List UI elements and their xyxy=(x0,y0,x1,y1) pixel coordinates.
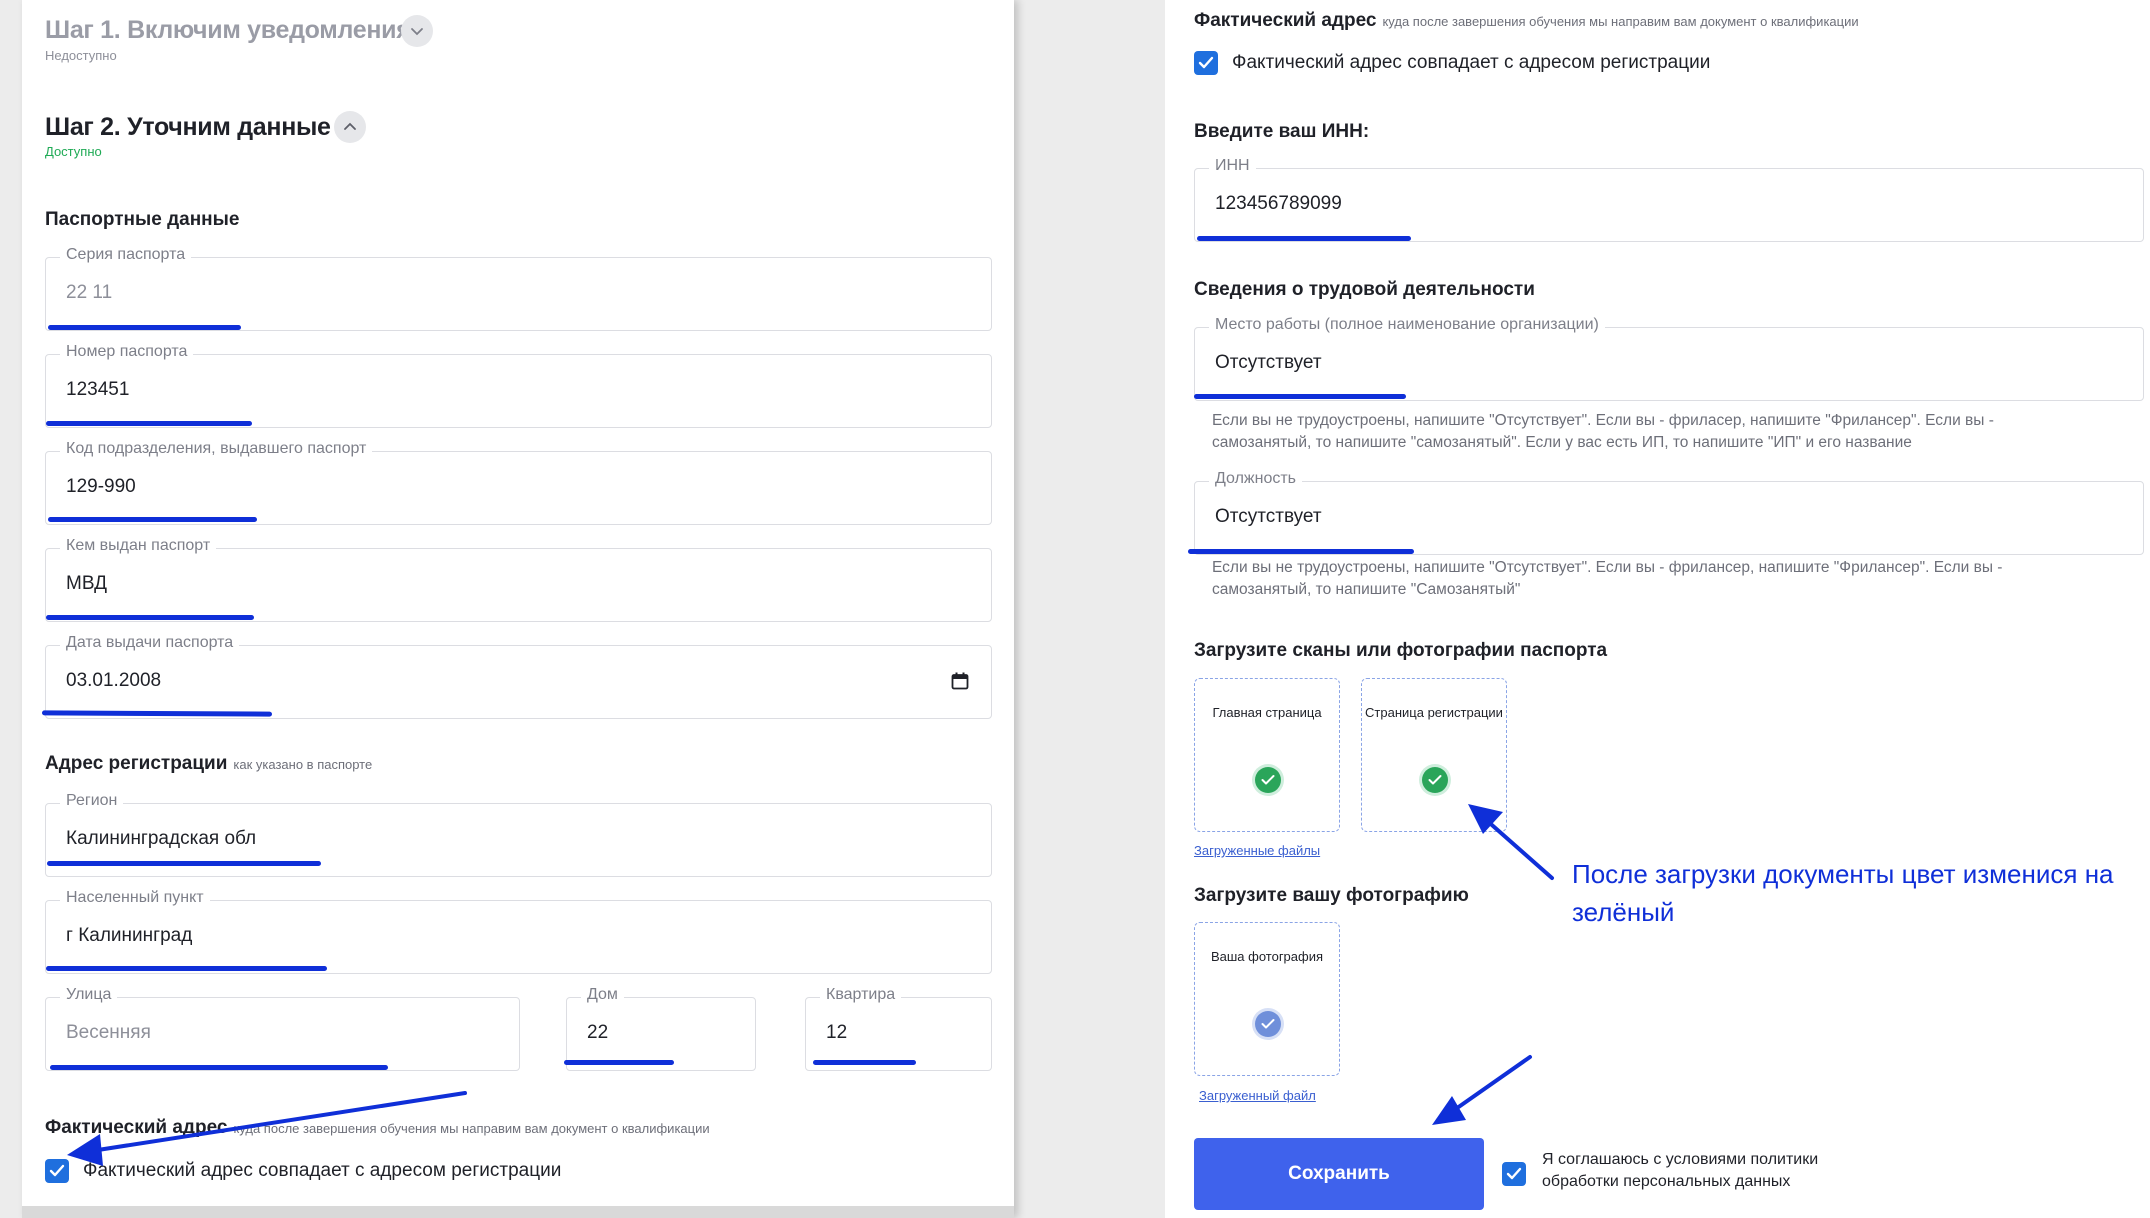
left-form-panel: Шаг 1. Включим уведомления Недоступно Ша… xyxy=(22,0,1014,1218)
underline-mark xyxy=(48,517,257,522)
street-label: Улица xyxy=(60,986,118,1004)
underline-mark xyxy=(47,861,321,866)
underline-mark xyxy=(1188,549,1414,554)
division-code-field[interactable]: Код подразделения, выдавшего паспорт 129… xyxy=(45,440,992,525)
street-value: Весенняя xyxy=(66,1022,151,1043)
underline-mark xyxy=(50,1065,388,1070)
city-field[interactable]: Населенный пункт г Калининград xyxy=(45,889,992,974)
underline-mark xyxy=(46,421,252,426)
passport-section-title: Паспортные данные xyxy=(45,209,240,230)
actual-address-title-text: Фактический адрес xyxy=(1194,10,1377,31)
passport-number-value: 123451 xyxy=(66,379,130,400)
step2-toggle[interactable] xyxy=(334,111,366,143)
issue-date-label: Дата выдачи паспорта xyxy=(60,634,240,652)
upload-pending-icon xyxy=(1255,1011,1281,1037)
underline-mark xyxy=(813,1060,916,1065)
issued-by-value: МВД xyxy=(66,573,107,594)
save-button[interactable]: Сохранить xyxy=(1194,1138,1484,1210)
workplace-value: Отсутствует xyxy=(1215,352,1322,373)
main-page-upload-label: Главная страница xyxy=(1212,705,1322,720)
issue-date-field[interactable]: Дата выдачи паспорта 03.01.2008 xyxy=(45,634,992,719)
workplace-label: Место работы (полное наименование органи… xyxy=(1209,316,1605,334)
apartment-label: Квартира xyxy=(820,986,902,1004)
employment-section-title: Сведения о трудовой деятельности xyxy=(1194,279,1535,300)
actual-address-note: куда после завершения обучения мы направ… xyxy=(1382,14,1859,29)
step1-status: Недоступно xyxy=(45,48,117,63)
house-value: 22 xyxy=(587,1022,609,1043)
calendar-icon[interactable] xyxy=(951,672,969,695)
passport-series-label: Серия паспорта xyxy=(60,246,192,264)
chevron-up-icon xyxy=(344,122,356,130)
city-value: г Калининград xyxy=(66,925,193,946)
main-page-upload[interactable]: Главная страница xyxy=(1194,678,1340,832)
registration-title-text: Адрес регистрации xyxy=(45,753,228,774)
registration-section-title: Адрес регистрации как указано в паспорте xyxy=(45,753,372,775)
passport-number-field[interactable]: Номер паспорта 123451 xyxy=(45,343,992,428)
division-code-label: Код подразделения, выдавшего паспорт xyxy=(60,440,373,458)
same-address-label[interactable]: Фактический адрес совпадает с адресом ре… xyxy=(1232,52,1710,74)
photo-upload[interactable]: Ваша фотография xyxy=(1194,922,1340,1076)
position-hint: Если вы не трудоустроены, напишите "Отсу… xyxy=(1212,559,2003,598)
check-icon xyxy=(1506,1167,1522,1180)
uploaded-file-link[interactable]: Загруженный файл xyxy=(1199,1088,1316,1103)
annotation-text: После загрузки документы цвет изменися н… xyxy=(1572,859,2114,927)
consent-label[interactable]: Я соглашаюсь с условиями политики обрабо… xyxy=(1542,1149,1872,1193)
underline-mark xyxy=(46,966,327,971)
inn-section-title: Введите ваш ИНН: xyxy=(1194,121,1370,142)
same-address-checkbox-left[interactable] xyxy=(45,1159,69,1183)
upload-success-icon xyxy=(1422,767,1448,793)
workplace-field[interactable]: Место работы (полное наименование органи… xyxy=(1194,316,2144,401)
apartment-value: 12 xyxy=(826,1022,848,1043)
registration-page-upload[interactable]: Страница регистрации xyxy=(1361,678,1507,832)
underline-mark xyxy=(1194,394,1406,399)
right-form-panel: Фактический адрес куда после завершения о… xyxy=(1165,0,2150,1218)
actual-address-section-title-left: Фактический адрес куда после завершения о… xyxy=(45,1117,710,1139)
issue-date-value: 03.01.2008 xyxy=(66,670,162,691)
same-address-label-left[interactable]: Фактический адрес совпадает с адресом ре… xyxy=(83,1160,561,1182)
step1-toggle[interactable] xyxy=(401,15,433,47)
step1-title: Шаг 1. Включим уведомления xyxy=(45,16,411,44)
position-value: Отсутствует xyxy=(1215,506,1322,527)
underline-mark xyxy=(48,325,241,330)
passport-series-field[interactable]: Серия паспорта 22 11 xyxy=(45,246,992,331)
same-address-checkbox[interactable] xyxy=(1194,51,1218,75)
upload-success-icon xyxy=(1255,767,1281,793)
photo-section-title: Загрузите вашу фотографию xyxy=(1194,885,1469,906)
uploaded-files-link[interactable]: Загруженные файлы xyxy=(1194,843,1320,858)
registration-note: как указано в паспорте xyxy=(233,757,373,772)
registration-page-upload-label: Страница регистрации xyxy=(1365,705,1503,720)
inn-label: ИНН xyxy=(1209,157,1256,175)
underline-mark xyxy=(1197,236,1411,241)
city-label: Населенный пункт xyxy=(60,889,210,907)
inn-field[interactable]: ИНН 123456789099 xyxy=(1194,157,2144,242)
passport-number-label: Номер паспорта xyxy=(60,343,194,361)
actual-address-section-title: Фактический адрес куда после завершения о… xyxy=(1194,10,1859,32)
step2-title: Шаг 2. Уточним данные xyxy=(45,113,331,141)
actual-address-note-left: куда после завершения обучения мы направ… xyxy=(233,1121,710,1136)
region-label: Регион xyxy=(60,792,124,810)
inn-value: 123456789099 xyxy=(1215,193,1342,214)
house-label: Дом xyxy=(581,986,624,1004)
workplace-hint: Если вы не трудоустроены, напишите "Отсу… xyxy=(1212,412,1994,451)
step2-status: Доступно xyxy=(45,144,102,159)
actual-address-title-text-left: Фактический адрес xyxy=(45,1117,228,1138)
issued-by-field[interactable]: Кем выдан паспорт МВД xyxy=(45,537,992,622)
passport-scans-title: Загрузите сканы или фотографии паспорта xyxy=(1194,640,1608,661)
underline-mark xyxy=(46,615,254,620)
division-code-value: 129-990 xyxy=(66,476,136,497)
position-field[interactable]: Должность Отсутствует xyxy=(1194,470,2144,555)
street-field[interactable]: Улица Весенняя xyxy=(45,986,520,1071)
bottom-toolbar-strip xyxy=(22,1206,1014,1218)
underline-mark xyxy=(564,1060,674,1065)
passport-series-value: 22 11 xyxy=(66,282,113,303)
consent-checkbox[interactable] xyxy=(1502,1162,1526,1186)
position-label: Должность xyxy=(1209,470,1302,488)
region-value: Калининградская обл xyxy=(66,828,257,849)
photo-upload-label: Ваша фотография xyxy=(1210,949,1324,964)
check-icon xyxy=(1198,56,1214,69)
issued-by-label: Кем выдан паспорт xyxy=(60,537,217,555)
chevron-down-icon xyxy=(411,28,423,36)
check-icon xyxy=(49,1164,65,1177)
